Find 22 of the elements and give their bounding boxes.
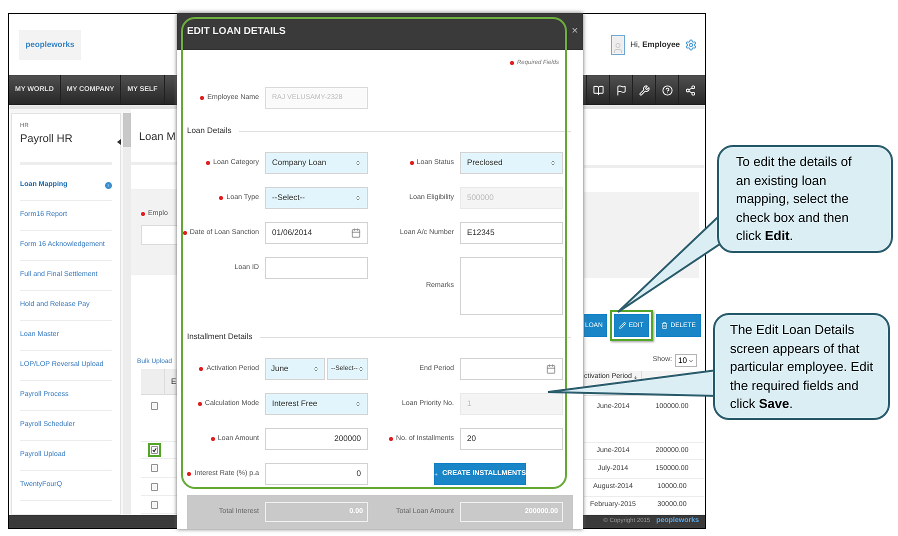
input-field[interactable]: 0 [265, 463, 368, 485]
module-title: Payroll HR [20, 132, 74, 147]
section-heading: Loan Details [187, 125, 232, 137]
page-size-select[interactable]: 10 [675, 354, 697, 368]
close-button[interactable]: × [572, 23, 578, 40]
select-field[interactable]: --Select-- [265, 187, 368, 209]
section-heading: Installment Details [187, 331, 252, 343]
input-field[interactable]: 200000 [265, 428, 368, 450]
dialog-title: EDIT LOAN DETAILS [187, 25, 286, 39]
callout-text: The Edit Loan Details screen appears of that particular employee. Edit the required fields and click Save. [730, 322, 874, 411]
input-field[interactable]: 20 [460, 428, 563, 450]
page-title: Loan M [138, 130, 177, 145]
select-field[interactable]: Preclosed [460, 152, 563, 174]
column-header: E [170, 376, 176, 388]
greeting: Hi, Employee [630, 38, 680, 50]
input-field[interactable]: E12345 [460, 222, 563, 244]
logo[interactable]: peopleworks [19, 30, 81, 60]
callout-text: To edit the details of an existing loan mapping, select the check box and then click Edit. [736, 154, 852, 243]
select-field[interactable]: Interest Free [265, 393, 368, 415]
select-field[interactable]: June [265, 358, 325, 380]
date-field[interactable]: 01/06/2014 [265, 222, 368, 244]
select-field[interactable]: Company Loan [265, 152, 368, 174]
